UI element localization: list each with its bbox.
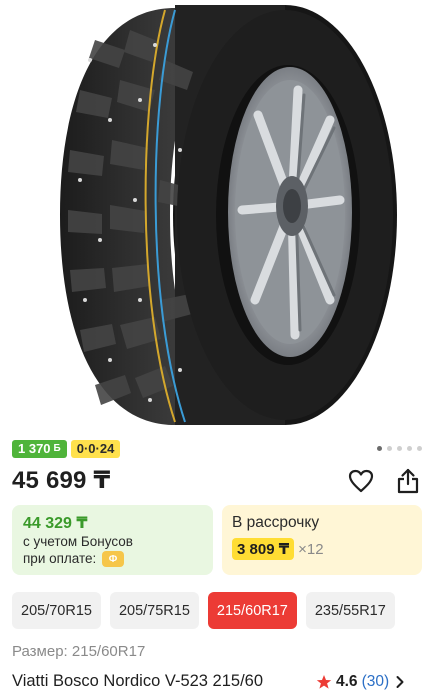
product-title-row: Viatti Bosco Nordico V-523 215/60 4.6 (3… — [12, 672, 434, 691]
heart-icon — [348, 469, 374, 493]
installment-multiplier: ×12 — [298, 540, 324, 558]
bonus-currency-icon: Б — [53, 443, 61, 454]
tire-illustration — [60, 5, 397, 425]
reviews-count[interactable]: (30) — [362, 673, 390, 691]
gallery-dot[interactable] — [417, 446, 422, 451]
size-option[interactable]: 205/70R15 — [12, 592, 101, 629]
size-info: Размер: 215/60R17 — [12, 643, 146, 660]
size-option[interactable]: 235/55R17 — [305, 592, 395, 629]
product-price: 45 699 ₸ — [12, 467, 111, 494]
payment-chip-icon: Ф — [102, 551, 125, 568]
bonus-price-card[interactable]: 44 329 ₸ с учетом Бонусов при оплате: Ф — [12, 505, 213, 575]
chevron-right-icon — [396, 676, 404, 688]
installment-card[interactable]: В рассрочку 3 809 ₸ ×12 — [222, 505, 422, 575]
installment-badge: 0·0·24 — [70, 440, 121, 458]
share-icon — [397, 468, 419, 494]
favorite-button[interactable] — [346, 466, 376, 496]
gallery-dot[interactable] — [387, 446, 392, 451]
size-selector: 205/70R15 205/75R15 215/60R17 235/55R17 — [12, 592, 395, 629]
bonus-price: 44 329 ₸ — [23, 515, 88, 532]
product-title: Viatti Bosco Nordico V-523 215/60 — [12, 672, 264, 690]
rating-value: 4.6 — [336, 673, 358, 690]
installment-amount: 3 809 ₸ — [232, 538, 295, 560]
bonus-line-2-text: при оплате: — [23, 551, 97, 566]
share-button[interactable] — [393, 466, 423, 496]
promo-badges: 1 370 Б 0·0·24 — [12, 440, 121, 458]
installment-title: В рассрочку — [232, 514, 320, 531]
gallery-pagination[interactable] — [377, 446, 422, 451]
product-image[interactable] — [0, 0, 434, 432]
star-icon — [316, 675, 332, 689]
installment-amount-row: 3 809 ₸ ×12 — [232, 538, 324, 560]
gallery-dot[interactable] — [407, 446, 412, 451]
gallery-dot[interactable] — [377, 446, 382, 451]
bonus-line-2: при оплате: Ф — [23, 550, 133, 568]
rating-link[interactable]: 4.6 (30) — [316, 673, 407, 691]
bonus-badge-label: 1 370 — [18, 441, 51, 456]
gallery-dot[interactable] — [397, 446, 402, 451]
size-option-selected[interactable]: 215/60R17 — [207, 592, 297, 629]
bonus-description: с учетом Бонусов при оплате: Ф — [23, 533, 133, 568]
bonus-line-1: с учетом Бонусов — [23, 534, 133, 549]
bonus-badge: 1 370 Б — [12, 440, 67, 458]
size-option[interactable]: 205/75R15 — [109, 592, 199, 629]
